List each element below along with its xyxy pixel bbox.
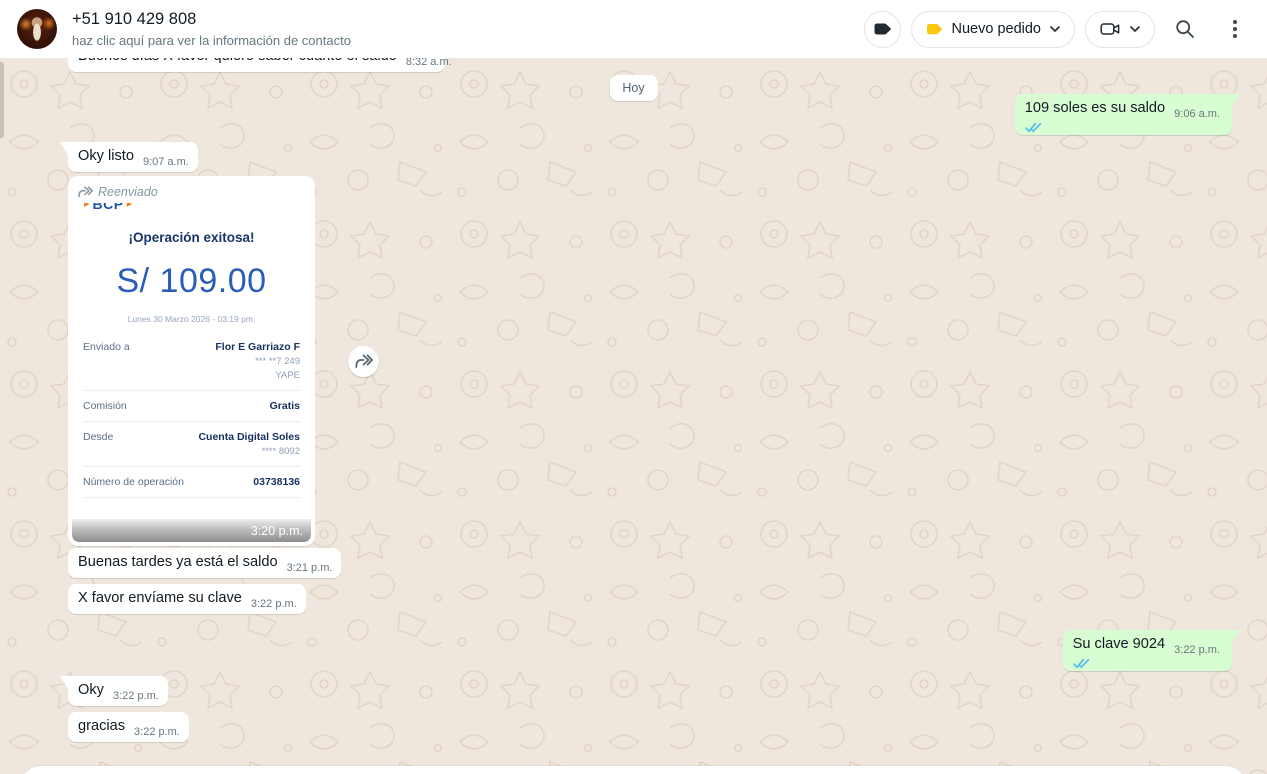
label-button[interactable] — [864, 11, 901, 48]
message-bubble-incoming[interactable]: X favor envíame su clave 3:22 p.m. — [68, 584, 306, 614]
message-bubble-outgoing[interactable]: Su clave 9024 3:22 p.m. — [1063, 630, 1232, 671]
message-bubble-receipt-image[interactable]: Reenviado ▸BCP▸ ¡Operación exitosa! S/ 1… — [68, 176, 315, 546]
message-bubble-incoming[interactable]: Oky 3:22 p.m. — [68, 676, 168, 706]
forward-message-button[interactable] — [348, 346, 379, 377]
receipt-field-sub: *** **7 249 — [83, 356, 300, 367]
message-time: 9:06 a.m. — [1174, 108, 1220, 120]
menu-button[interactable] — [1215, 9, 1255, 49]
receipt-field-commission: Comisión Gratis — [83, 400, 300, 412]
divider — [83, 390, 300, 391]
contact-info[interactable]: +51 910 429 808 haz clic aquí para ver l… — [72, 9, 864, 50]
read-double-check-icon — [1073, 658, 1223, 669]
receipt-field-operation-number: Número de operación 03738136 — [83, 476, 300, 488]
forwarded-indicator: Reenviado — [72, 180, 311, 203]
message-time: 3:22 p.m. — [251, 598, 297, 610]
tag-icon — [926, 23, 943, 36]
message-time: 3:20 p.m. — [251, 524, 303, 538]
date-divider: Hoy — [609, 75, 657, 101]
new-order-button[interactable]: Nuevo pedido — [911, 11, 1076, 48]
chat-header: +51 910 429 808 haz clic aquí para ver l… — [0, 0, 1267, 58]
label-icon — [873, 22, 892, 36]
forward-icon — [355, 354, 373, 369]
bank-logo-mark: ▸ — [84, 203, 90, 210]
receipt-field-sub: **** 8092 — [83, 446, 300, 457]
message-bubble-incoming[interactable]: gracias 3:22 p.m. — [68, 712, 189, 742]
search-icon — [1175, 19, 1195, 39]
message-text: Buenas tardes ya está el saldo — [78, 554, 278, 570]
chat-message-area: Buenos días X favor quiero saber cuánto … — [0, 58, 1267, 774]
panel-scrollbar[interactable] — [0, 62, 4, 138]
header-actions: Nuevo pedido — [864, 9, 1256, 49]
bank-logo-text: BCP — [93, 203, 124, 212]
contact-avatar[interactable] — [17, 9, 57, 49]
message-input-bar[interactable] — [21, 766, 1246, 774]
video-camera-icon — [1100, 21, 1121, 37]
contact-phone-number[interactable]: +51 910 429 808 — [72, 9, 864, 30]
read-double-check-icon — [1025, 122, 1223, 133]
message-text: Buenos días X favor quiero saber cuánto … — [78, 58, 397, 64]
receipt-amount: S/ 109.00 — [72, 262, 311, 301]
message-text: Oky listo — [78, 148, 134, 164]
receipt-title: ¡Operación exitosa! — [72, 230, 311, 245]
message-text: X favor envíame su clave — [78, 590, 242, 606]
receipt-image-footer-gradient: 3:20 p.m. — [72, 519, 311, 542]
message-time: 3:22 p.m. — [1174, 644, 1220, 656]
chevron-down-icon — [1050, 26, 1060, 32]
receipt-field-sent-to: Enviado a Flor E Garriazo F — [83, 341, 300, 353]
message-text: Oky — [78, 682, 104, 698]
message-bubble-incoming[interactable]: Oky listo 9:07 a.m. — [68, 142, 198, 172]
forward-icon — [78, 186, 93, 198]
contact-subtitle[interactable]: haz clic aquí para ver la información de… — [72, 31, 864, 50]
kebab-menu-icon — [1233, 20, 1237, 38]
message-bubble-incoming[interactable]: Buenos días X favor quiero saber cuánto … — [68, 58, 445, 72]
search-button[interactable] — [1165, 9, 1205, 49]
message-time: 8:32 a.m. — [406, 58, 452, 68]
chevron-down-icon — [1130, 26, 1140, 32]
receipt-datetime: Lunes 30 Marzo 2026 - 03:19 pm. — [72, 314, 311, 324]
divider — [83, 466, 300, 467]
message-bubble-incoming[interactable]: Buenas tardes ya está el saldo 3:21 p.m. — [68, 548, 341, 578]
message-text: 109 soles es su saldo — [1025, 100, 1165, 116]
receipt-field-sub: YAPE — [83, 370, 300, 381]
message-time: 3:22 p.m. — [134, 726, 180, 738]
receipt-fields: Enviado a Flor E Garriazo F *** **7 249 … — [72, 341, 311, 498]
receipt-field-from: Desde Cuenta Digital Soles — [83, 431, 300, 443]
video-call-button[interactable] — [1085, 11, 1155, 48]
message-text: Su clave 9024 — [1073, 636, 1166, 652]
message-text: gracias — [78, 718, 125, 734]
new-order-label: Nuevo pedido — [952, 21, 1042, 37]
bank-logo-clipped: ▸BCP▸ — [72, 203, 311, 215]
message-time: 3:21 p.m. — [287, 562, 333, 574]
message-time: 3:22 p.m. — [113, 690, 159, 702]
receipt-image[interactable]: ▸BCP▸ ¡Operación exitosa! S/ 109.00 Lune… — [72, 203, 311, 542]
divider — [83, 421, 300, 422]
forwarded-label: Reenviado — [98, 185, 158, 199]
bank-logo-mark: ▸ — [127, 203, 133, 210]
divider — [83, 497, 300, 498]
message-time: 9:07 a.m. — [143, 156, 189, 168]
message-bubble-outgoing[interactable]: 109 soles es su saldo 9:06 a.m. — [1015, 94, 1232, 135]
